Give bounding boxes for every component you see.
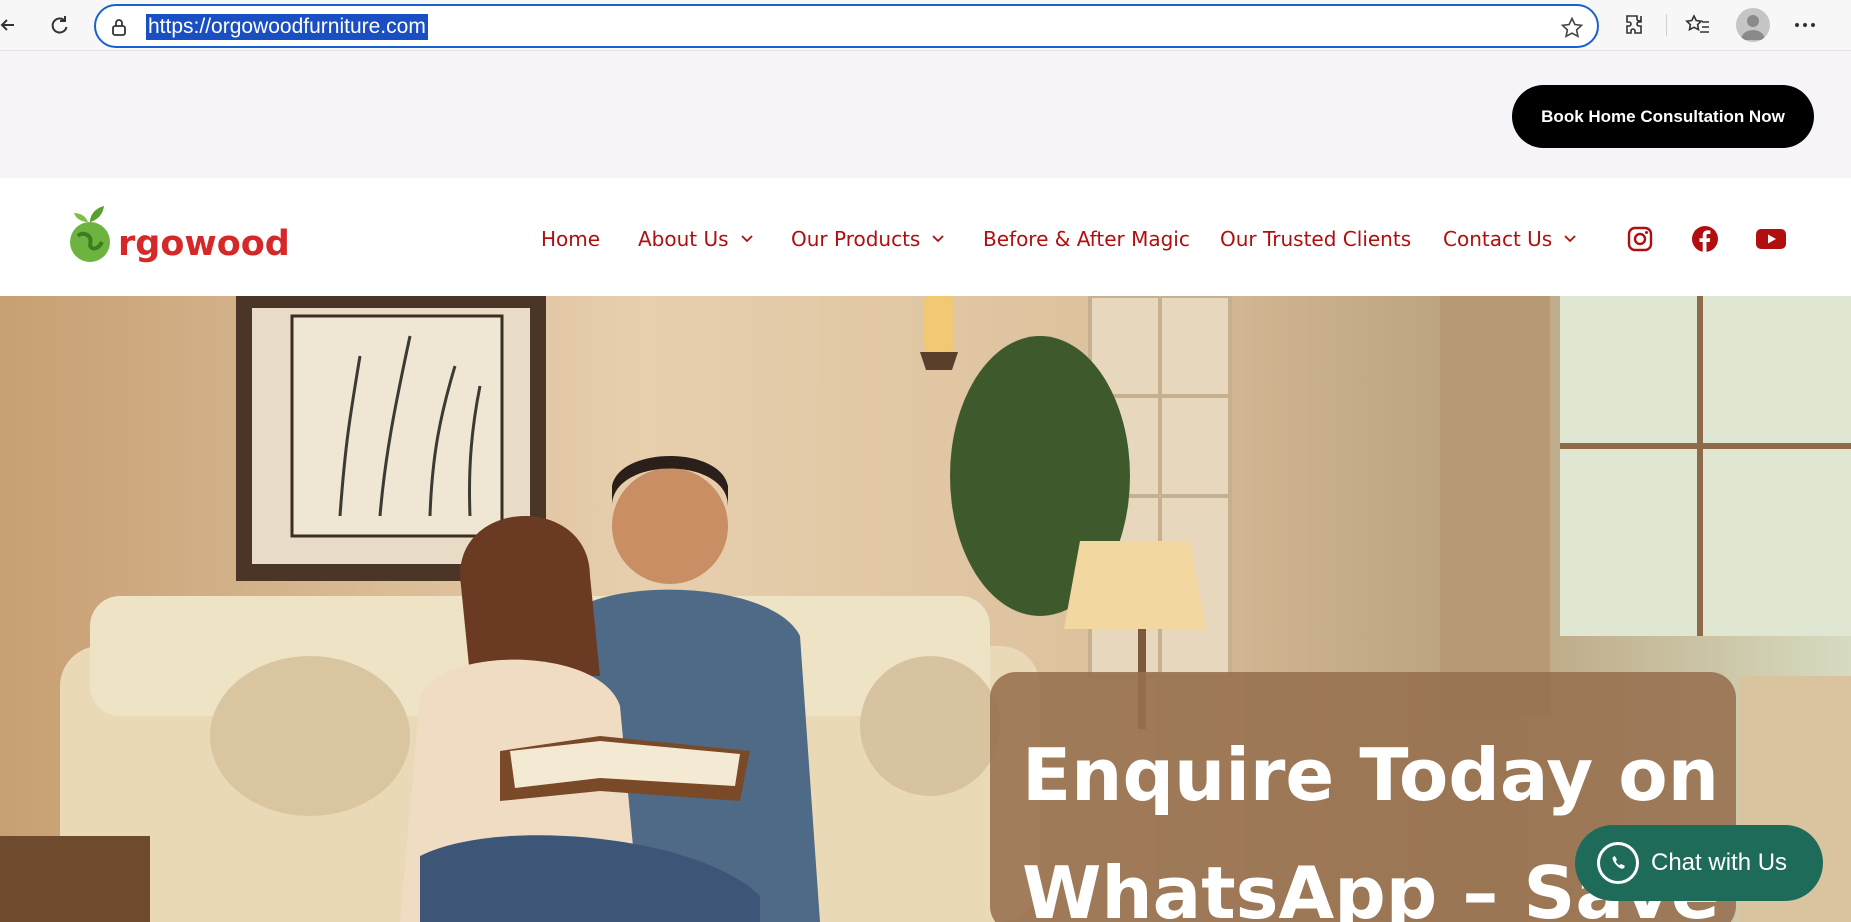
chevron-down-icon (932, 233, 944, 245)
chevron-down-icon (1564, 233, 1576, 245)
book-consultation-button[interactable]: Book Home Consultation Now (1512, 85, 1814, 148)
nav-before-after[interactable]: Before & After Magic (983, 226, 1190, 252)
browser-toolbar: https://orgowoodfurniture.com (0, 0, 1851, 51)
nav-trusted-clients[interactable]: Our Trusted Clients (1220, 226, 1411, 252)
instagram-icon[interactable] (1626, 225, 1654, 253)
whatsapp-chat-button[interactable]: Chat with Us (1575, 825, 1823, 901)
chat-label: Chat with Us (1651, 849, 1788, 876)
lock-icon[interactable] (108, 16, 130, 38)
url-text[interactable]: https://orgowoodfurniture.com (146, 14, 428, 40)
refresh-icon[interactable] (43, 9, 75, 41)
nav-contact-label: Contact Us (1443, 227, 1553, 251)
extensions-icon[interactable] (1620, 9, 1652, 41)
back-icon[interactable] (0, 9, 24, 41)
nav-home[interactable]: Home (541, 226, 600, 252)
toolbar-divider (1666, 14, 1667, 36)
more-icon[interactable] (1789, 9, 1821, 41)
nav-clients-label: Our Trusted Clients (1220, 227, 1412, 251)
favorites-icon[interactable] (1682, 9, 1714, 41)
profile-icon[interactable] (1736, 8, 1770, 42)
nav-our-products[interactable]: Our Products (791, 226, 944, 252)
facebook-icon[interactable] (1691, 225, 1719, 253)
whatsapp-icon (1597, 842, 1639, 884)
nav-home-label: Home (541, 227, 601, 251)
address-bar[interactable]: https://orgowoodfurniture.com (94, 4, 1599, 48)
favorite-star-icon[interactable] (1559, 15, 1585, 41)
nav-contact-us[interactable]: Contact Us (1443, 226, 1576, 252)
hero-heading-line1: Enquire Today on (1022, 733, 1719, 817)
logo-text[interactable]: rgowood (118, 224, 290, 264)
chevron-down-icon (740, 233, 753, 245)
nav-before-after-label: Before & After Magic (983, 227, 1190, 251)
nav-about-us[interactable]: About Us (638, 226, 753, 252)
nav-about-label: About Us (638, 227, 729, 251)
youtube-icon[interactable] (1755, 225, 1787, 253)
nav-products-label: Our Products (791, 227, 921, 251)
